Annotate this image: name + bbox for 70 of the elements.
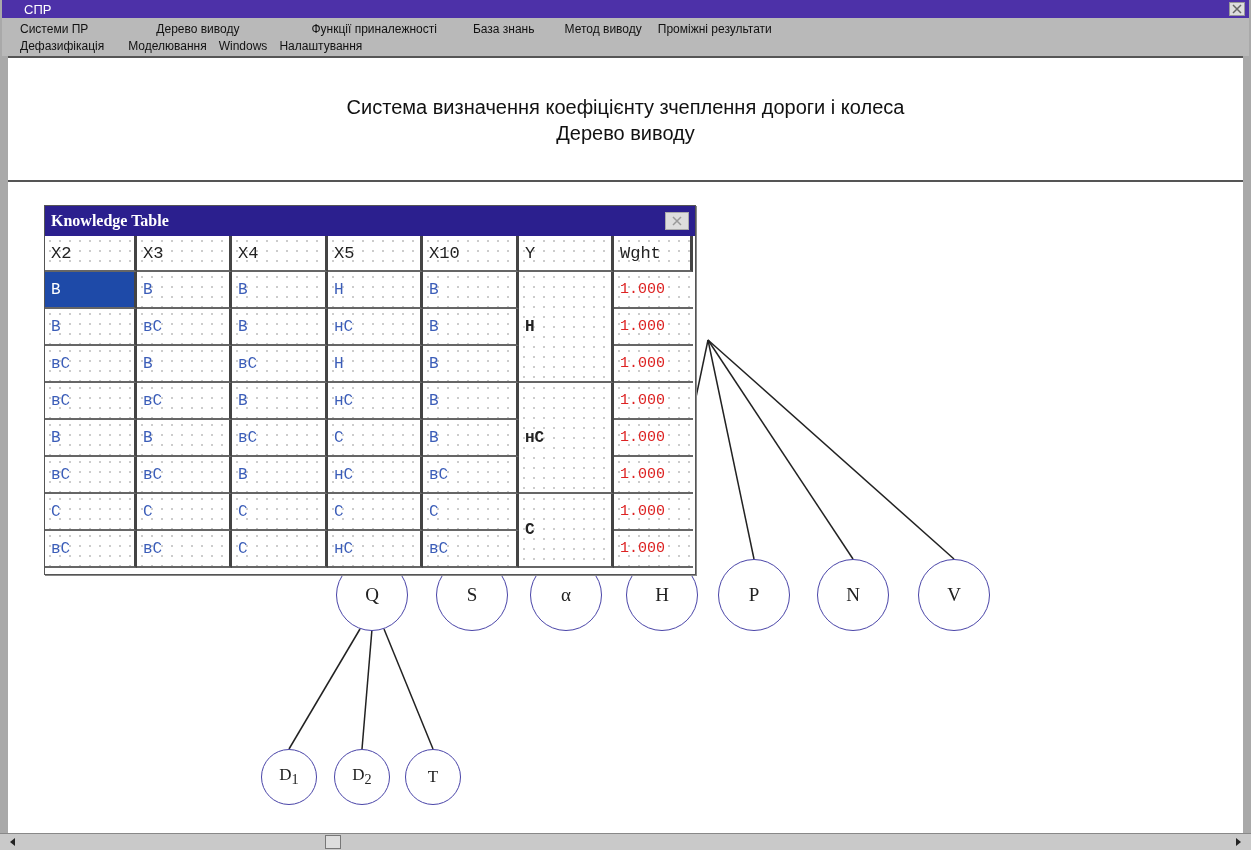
table-cell[interactable]: В: [45, 309, 137, 346]
menu-item[interactable]: Налаштування: [279, 38, 363, 53]
table-cell[interactable]: В: [423, 346, 519, 383]
table-cell[interactable]: С: [328, 494, 423, 531]
table-cell[interactable]: вС: [45, 531, 137, 568]
table-cell[interactable]: В: [137, 420, 232, 457]
tree-node[interactable]: V: [918, 559, 990, 631]
table-cell[interactable]: В: [137, 272, 232, 309]
menu-item[interactable]: База знань: [472, 21, 535, 36]
table-cell[interactable]: В: [232, 309, 328, 346]
table-cell[interactable]: вС: [137, 531, 232, 568]
table-cell[interactable]: В: [232, 272, 328, 309]
menu-item[interactable]: Метод виводу: [564, 21, 642, 36]
column-header: Y: [519, 236, 614, 272]
tree-node[interactable]: P: [718, 559, 790, 631]
table-cell[interactable]: вС: [232, 420, 328, 457]
column-header: Wght: [614, 236, 693, 272]
menu-item[interactable]: Дерево виводу: [156, 21, 240, 36]
column-header: X5: [328, 236, 423, 272]
view-title: Дерево виводу: [556, 121, 695, 146]
column-header: X4: [232, 236, 328, 272]
table-cell[interactable]: вС: [137, 309, 232, 346]
table-cell[interactable]: вС: [137, 457, 232, 494]
table-cell[interactable]: нС: [328, 383, 423, 420]
tree-node[interactable]: D$_{2}$: [334, 749, 390, 805]
table-cell[interactable]: вС: [45, 383, 137, 420]
menu-item[interactable]: Windows: [218, 38, 268, 53]
table-cell[interactable]: С: [45, 494, 137, 531]
column-header: X10: [423, 236, 519, 272]
table-cell[interactable]: В: [423, 383, 519, 420]
table-cell[interactable]: С: [137, 494, 232, 531]
table-cell: Н: [519, 272, 614, 383]
tree-node[interactable]: N: [817, 559, 889, 631]
column-header: X3: [137, 236, 232, 272]
table-cell[interactable]: В: [45, 420, 137, 457]
table-cell[interactable]: В: [137, 346, 232, 383]
table-cell[interactable]: С: [423, 494, 519, 531]
table-cell[interactable]: вС: [232, 346, 328, 383]
tree-node[interactable]: D$_{1}$: [261, 749, 317, 805]
menu-item[interactable]: Моделювання: [128, 38, 207, 53]
table-cell[interactable]: Н: [328, 346, 423, 383]
table-window-title: Knowledge Table: [51, 212, 169, 230]
table-cell[interactable]: С: [232, 531, 328, 568]
table-cell[interactable]: вС: [45, 346, 137, 383]
table-cell[interactable]: В: [423, 272, 519, 309]
table-cell[interactable]: Н: [328, 272, 423, 309]
table-cell: нС: [519, 383, 614, 494]
table-cell[interactable]: В: [232, 457, 328, 494]
table-cell: С: [519, 494, 614, 568]
menu-item[interactable]: Проміжні результати: [657, 21, 772, 36]
table-cell[interactable]: вС: [423, 531, 519, 568]
menu-item[interactable]: Системи ПР: [20, 21, 89, 36]
table-cell[interactable]: нС: [328, 457, 423, 494]
tree-node[interactable]: T: [405, 749, 461, 805]
table-cell[interactable]: В: [423, 420, 519, 457]
menu-item[interactable]: Дефазифікація: [20, 38, 105, 53]
table-cell[interactable]: вС: [137, 383, 232, 420]
table-cell[interactable]: В: [232, 383, 328, 420]
column-header: X2: [45, 236, 137, 272]
menu-item[interactable]: Функції приналежності: [311, 21, 437, 36]
table-cell[interactable]: В: [45, 272, 137, 309]
table-cell[interactable]: С: [232, 494, 328, 531]
table-cell[interactable]: вС: [423, 457, 519, 494]
table-cell[interactable]: В: [423, 309, 519, 346]
table-cell[interactable]: нС: [328, 309, 423, 346]
table-cell[interactable]: вС: [45, 457, 137, 494]
table-cell[interactable]: С: [328, 420, 423, 457]
system-title: Система визначення коефіцієнту зчеплення дороги і колеса: [346, 95, 905, 120]
window-title: СПР: [24, 1, 52, 17]
table-cell[interactable]: нС: [328, 531, 423, 568]
